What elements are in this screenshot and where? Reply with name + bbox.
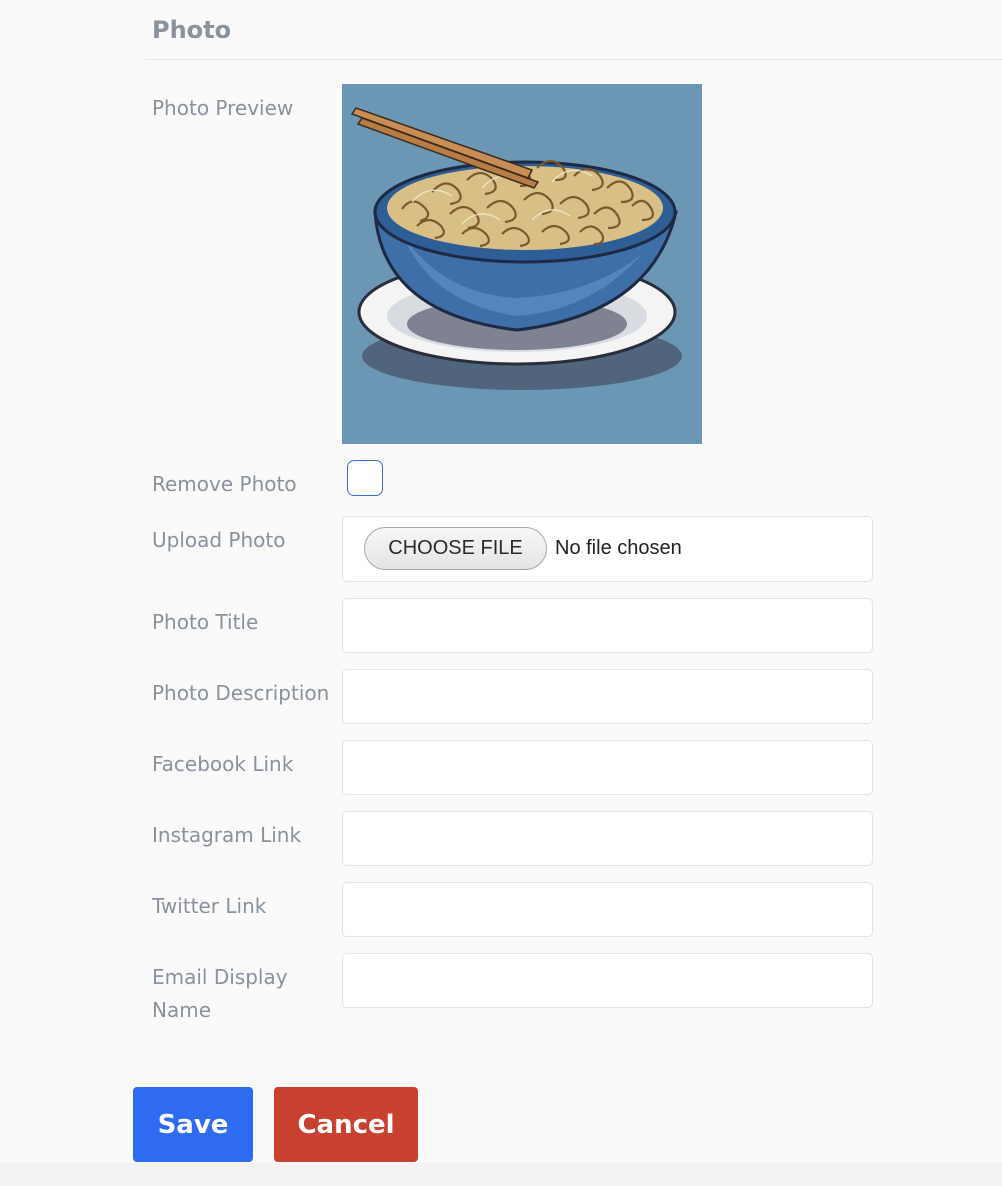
cancel-button[interactable]: Cancel bbox=[274, 1087, 418, 1162]
photo-description-label: Photo Description bbox=[152, 681, 330, 705]
email-display-name-label: Email Display Name bbox=[152, 965, 288, 1022]
facebook-link-input[interactable] bbox=[342, 740, 873, 795]
twitter-link-label: Twitter Link bbox=[152, 894, 267, 918]
photo-title-label: Photo Title bbox=[152, 610, 259, 634]
facebook-link-label: Facebook Link bbox=[152, 752, 294, 776]
twitter-link-input[interactable] bbox=[342, 882, 873, 937]
photo-title-input[interactable] bbox=[342, 598, 873, 653]
email-display-name-input[interactable] bbox=[342, 953, 873, 1008]
instagram-link-label: Instagram Link bbox=[152, 823, 302, 847]
section-title: Photo bbox=[152, 16, 232, 44]
photo-preview-label: Photo Preview bbox=[152, 96, 294, 120]
upload-photo-label: Upload Photo bbox=[152, 528, 286, 552]
upload-photo-field[interactable]: CHOOSE FILE No file chosen bbox=[342, 516, 873, 582]
remove-photo-label: Remove Photo bbox=[152, 472, 297, 496]
instagram-link-input[interactable] bbox=[342, 811, 873, 866]
section-divider bbox=[145, 59, 1002, 60]
file-status-text: No file chosen bbox=[555, 537, 682, 559]
save-button[interactable]: Save bbox=[133, 1087, 253, 1162]
photo-description-input[interactable] bbox=[342, 669, 873, 724]
page-footer-strip bbox=[0, 1163, 1002, 1186]
photo-preview-image bbox=[342, 84, 702, 444]
noodle-bowl-illustration bbox=[342, 84, 702, 444]
remove-photo-checkbox[interactable] bbox=[347, 460, 383, 496]
choose-file-button[interactable]: CHOOSE FILE bbox=[364, 527, 547, 570]
